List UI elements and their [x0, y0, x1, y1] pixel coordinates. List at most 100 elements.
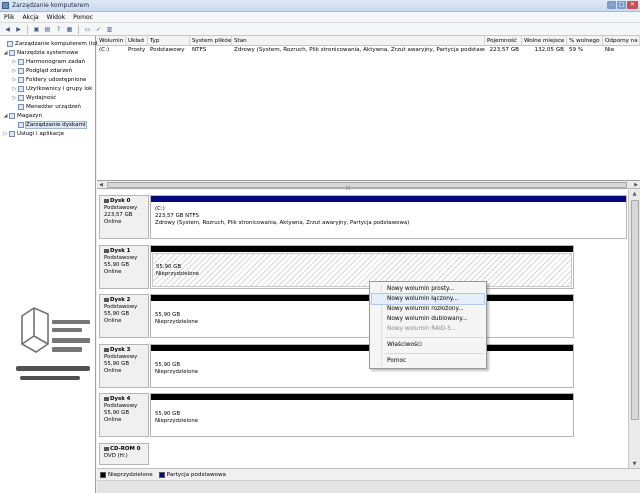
help-icon[interactable]: ? [54, 25, 63, 34]
disk-name: Dysk 3 [104, 347, 146, 354]
disk-management-icon [18, 121, 24, 128]
menu-action[interactable]: Akcja [22, 14, 38, 21]
unallocated-space[interactable]: 55,90 GB Nieprzydzielone [150, 344, 574, 388]
disk-row-1: Dysk 1 Podstawowy 55,90 GB Online 55,90 … [99, 245, 627, 289]
unallocated-size: 55,90 GB [155, 362, 181, 368]
horizontal-scrollbar[interactable]: ◀ ||| ▶ [97, 181, 640, 190]
column-header-type[interactable]: Typ [148, 36, 190, 46]
scroll-down-icon[interactable]: ▼ [629, 460, 640, 468]
column-header-file-system[interactable]: System plików [190, 36, 232, 46]
menu-item-new-simple-volume[interactable]: Nowy wolumin prosty... [372, 284, 484, 294]
tree-item-device-manager[interactable]: Menedżer urządzeń [12, 102, 81, 111]
partition-bar [151, 394, 573, 400]
disk-icon [104, 248, 109, 253]
disk-label[interactable]: Dysk 1 Podstawowy 55,90 GB Online [99, 245, 149, 289]
disk-icon [104, 347, 109, 352]
menu-separator [385, 353, 484, 354]
partition-bar [151, 196, 626, 202]
disk-label[interactable]: Dysk 0 Podstawowy 223,57 GB Online [99, 195, 149, 239]
tree-item-label: Wydajność [26, 94, 57, 101]
disk-label[interactable]: Dysk 2 Podstawowy 55,90 GB Online [99, 294, 149, 338]
column-header-fault-tolerance[interactable]: Odporny na [603, 36, 640, 46]
scroll-right-icon[interactable]: ▶ [632, 181, 640, 189]
partition-body: 55,90 GB Nieprzydzielone [152, 253, 572, 287]
tree-expander[interactable]: ▷ [12, 95, 17, 101]
table-row[interactable]: (C:) Prosty Podstawowy NTFS Zdrowy (Syst… [97, 46, 640, 55]
back-arrow-icon[interactable]: ◀ [3, 25, 12, 34]
close-button[interactable]: ✕ [627, 1, 638, 9]
unallocated-label: Nieprzydzielone [155, 418, 199, 424]
scrollbar-thumb[interactable] [631, 200, 639, 420]
scroll-left-icon[interactable]: ◀ [97, 181, 105, 189]
toolbar: ◀ ▶ ▣ ▤ ? ▦ ▭ ✓ ▥ [0, 23, 640, 36]
status-strip [97, 480, 640, 493]
menu-item-help[interactable]: Pomoc [372, 356, 484, 366]
column-header-volume[interactable]: Wolumin [97, 36, 126, 46]
legend-bar: Nieprzydzielone Partycja podstawowa [97, 468, 640, 480]
tree-expander[interactable]: ◢ [3, 50, 8, 56]
partition-body: 55,90 GB Nieprzydzielone [152, 302, 572, 336]
column-header-percent-free[interactable]: % wolnego [567, 36, 603, 46]
tree-expander[interactable]: ▷ [12, 68, 17, 74]
tree-expander[interactable]: ▷ [3, 131, 8, 137]
properties-icon[interactable]: ▤ [43, 25, 52, 34]
cell-volume: (C:) [99, 47, 110, 53]
view-icon[interactable]: ▥ [105, 25, 114, 34]
disk-size: 55,90 GB [104, 361, 130, 367]
menu-separator [385, 337, 484, 338]
menu-item-new-striped-volume[interactable]: Nowy wolumin rozłożony... [372, 304, 484, 314]
tree-item-shared-folders[interactable]: ▷ Foldery udostępnione [12, 75, 87, 84]
partition-bar [151, 345, 573, 351]
unallocated-space[interactable]: 55,90 GB Nieprzydzielone [150, 245, 574, 289]
disk-type: Podstawowy [104, 403, 138, 409]
tree-item-label: Foldery udostępnione [26, 76, 87, 83]
tree-expander[interactable]: ▷ [12, 86, 17, 92]
menu-item-properties[interactable]: Właściwości [372, 340, 484, 350]
tree-item-services-apps[interactable]: ▷ Usługi i aplikacje [3, 129, 64, 138]
tree-item-event-viewer[interactable]: ▷ Podgląd zdarzeń [12, 66, 72, 75]
column-header-layout[interactable]: Układ [126, 36, 148, 46]
tree-item-computer-management[interactable]: Zarządzanie komputerem (loka [1, 39, 102, 48]
up-folder-icon[interactable]: ▣ [32, 25, 41, 34]
tree-expander[interactable]: ▷ [12, 77, 17, 83]
export-icon[interactable]: ✓ [94, 25, 103, 34]
minimize-button[interactable]: – [607, 1, 616, 9]
vertical-scrollbar[interactable]: ▲ ▼ [628, 190, 640, 468]
scroll-up-icon[interactable]: ▲ [629, 190, 640, 198]
disk-type: DVD (H:) [104, 453, 128, 459]
cdrom-label[interactable]: CD-ROM 0 DVD (H:) [99, 443, 149, 465]
partition-c[interactable]: (C:) 223,57 GB NTFS Zdrowy (System, Rozr… [150, 195, 627, 239]
tree-item-storage[interactable]: ◢ Magazyn [3, 111, 42, 120]
tree-item-task-scheduler[interactable]: ▷ Harmonogram zadań [12, 57, 85, 66]
window-controls: – □ ✕ [607, 1, 638, 9]
refresh-icon[interactable]: ▦ [65, 25, 74, 34]
toolbar-separator [27, 24, 28, 34]
console-icon[interactable]: ▭ [83, 25, 92, 34]
disk-name: CD-ROM 0 [104, 446, 146, 453]
unallocated-space[interactable]: 55,90 GB Nieprzydzielone [150, 294, 574, 338]
maximize-button[interactable]: □ [617, 1, 626, 9]
disk-label[interactable]: Dysk 3 Podstawowy 55,90 GB Online [99, 344, 149, 388]
menu-file[interactable]: Plik [4, 14, 14, 21]
tree-item-disk-management[interactable]: Zarządzanie dyskami [12, 120, 87, 129]
menu-item-new-spanned-volume[interactable]: Nowy wolumin łączony... [371, 293, 485, 305]
unallocated-space[interactable]: 55,90 GB Nieprzydzielone [150, 393, 574, 437]
forward-arrow-icon[interactable]: ▶ [14, 25, 23, 34]
tree-item-system-tools[interactable]: ◢ Narzędzia systemowe [3, 48, 78, 57]
disk-row-2: Dysk 2 Podstawowy 55,90 GB Online 55,90 … [99, 294, 627, 338]
tree-item-local-users-groups[interactable]: ▷ Użytkownicy i grupy lok [12, 84, 92, 93]
scrollbar-thumb[interactable]: ||| [107, 182, 627, 190]
tree-expander[interactable]: ▷ [12, 59, 17, 65]
column-header-capacity[interactable]: Pojemność [485, 36, 522, 46]
column-header-status[interactable]: Stan [232, 36, 485, 46]
tree-item-performance[interactable]: ▷ Wydajność [12, 93, 56, 102]
unallocated-size: 55,90 GB [155, 312, 181, 318]
tree-item-label: Usługi i aplikacje [17, 130, 65, 137]
menu-help[interactable]: Pomoc [73, 14, 93, 21]
disk-label[interactable]: Dysk 4 Podstawowy 55,90 GB Online [99, 393, 149, 437]
unallocated-size: 55,90 GB [156, 264, 182, 270]
menu-item-new-mirrored-volume[interactable]: Nowy wolumin dublowany... [372, 314, 484, 324]
tree-expander[interactable]: ◢ [3, 113, 8, 119]
column-header-free-space[interactable]: Wolne miejsce [522, 36, 567, 46]
menu-view[interactable]: Widok [47, 14, 65, 21]
